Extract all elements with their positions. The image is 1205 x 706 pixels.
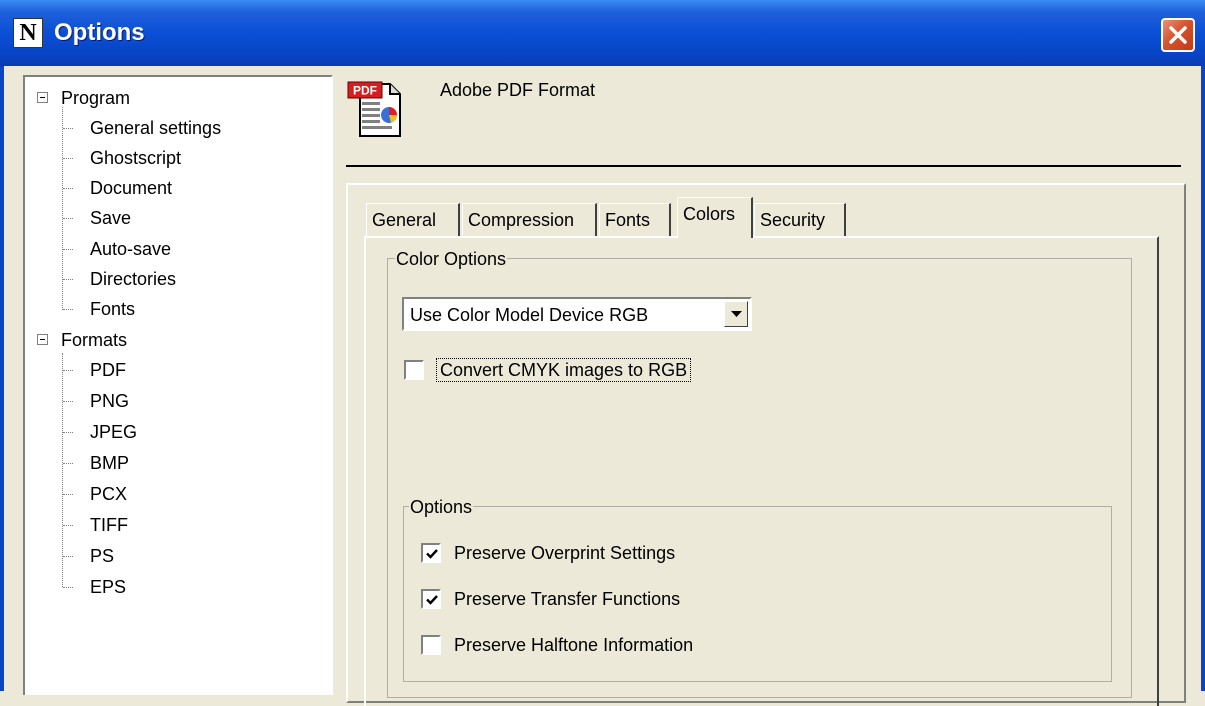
tree-item-ghostscript[interactable]: Ghostscript bbox=[25, 143, 325, 173]
tree-item-eps[interactable]: EPS bbox=[25, 572, 325, 602]
collapse-icon[interactable] bbox=[37, 92, 48, 103]
color-model-value: Use Color Model Device RGB bbox=[410, 305, 649, 325]
app-icon: N bbox=[13, 18, 43, 48]
close-button[interactable] bbox=[1161, 18, 1195, 52]
tree-item-label: Fonts bbox=[90, 299, 136, 319]
tree-item-save[interactable]: Save bbox=[25, 203, 325, 233]
close-icon bbox=[1169, 26, 1187, 44]
options-tree[interactable]: Program General settings Ghostscript Doc… bbox=[23, 75, 333, 695]
preserve-halftone-label[interactable]: Preserve Halftone Information bbox=[454, 633, 693, 657]
tree-item-label: Auto-save bbox=[90, 239, 172, 259]
format-title: Adobe PDF Format bbox=[440, 80, 596, 100]
tree-item-label: Save bbox=[90, 208, 132, 228]
tree-item-label: Document bbox=[90, 178, 173, 198]
tab-colors[interactable]: Colors bbox=[677, 197, 753, 238]
title-bar[interactable]: N Options bbox=[0, 0, 1205, 66]
tree-item-pcx[interactable]: PCX bbox=[25, 479, 325, 509]
tree-item-auto-save[interactable]: Auto-save bbox=[25, 234, 325, 264]
tab-general[interactable]: General bbox=[366, 203, 460, 237]
tree-node-label: Formats bbox=[61, 330, 128, 350]
tree-item-label: PCX bbox=[90, 484, 128, 504]
convert-cmyk-text: Convert CMYK images to RGB bbox=[435, 358, 692, 382]
convert-cmyk-checkbox[interactable] bbox=[404, 360, 424, 380]
tree-item-ps[interactable]: PS bbox=[25, 541, 325, 571]
window-title: Options bbox=[54, 19, 145, 46]
tree-item-tiff[interactable]: TIFF bbox=[25, 510, 325, 540]
tree-item-document[interactable]: Document bbox=[25, 173, 325, 203]
pdf-file-icon: PDF bbox=[346, 78, 406, 138]
tree-item-label: BMP bbox=[90, 453, 130, 473]
tree-item-label: TIFF bbox=[90, 515, 128, 535]
tree-item-jpeg[interactable]: JPEG bbox=[25, 417, 325, 447]
tree-item-png[interactable]: PNG bbox=[25, 386, 325, 416]
preserve-overprint-checkbox[interactable] bbox=[421, 543, 441, 563]
tree-item-label: EPS bbox=[90, 577, 127, 597]
tab-fonts[interactable]: Fonts bbox=[599, 203, 671, 237]
window-border-left bbox=[0, 66, 4, 691]
collapse-icon[interactable] bbox=[37, 334, 48, 345]
tab-compression[interactable]: Compression bbox=[462, 203, 597, 237]
preserve-transfer-label[interactable]: Preserve Transfer Functions bbox=[454, 587, 680, 611]
preserve-halftone-checkbox[interactable] bbox=[421, 635, 441, 655]
options-legend: Options bbox=[409, 496, 474, 518]
preserve-transfer-checkbox[interactable] bbox=[421, 589, 441, 609]
tree-node-program[interactable]: Program bbox=[25, 83, 325, 113]
tree-item-label: PNG bbox=[90, 391, 130, 411]
color-model-select[interactable]: Use Color Model Device RGB bbox=[402, 297, 752, 331]
tree-item-label: Directories bbox=[90, 269, 177, 289]
dropdown-button[interactable] bbox=[724, 301, 748, 327]
window-border-right bbox=[1201, 66, 1205, 691]
tree-item-general-settings[interactable]: General settings bbox=[25, 113, 325, 143]
convert-cmyk-label[interactable]: Convert CMYK images to RGB bbox=[435, 358, 692, 382]
tree-item-bmp[interactable]: BMP bbox=[25, 448, 325, 478]
tree-item-fonts[interactable]: Fonts bbox=[25, 294, 325, 324]
tree-item-label: JPEG bbox=[90, 422, 138, 442]
chevron-down-icon bbox=[731, 311, 742, 317]
tree-item-pdf[interactable]: PDF bbox=[25, 355, 325, 385]
color-options-legend: Color Options bbox=[395, 248, 508, 270]
tab-security[interactable]: Security bbox=[754, 203, 846, 237]
preserve-overprint-label[interactable]: Preserve Overprint Settings bbox=[454, 541, 675, 565]
tree-item-label: Ghostscript bbox=[90, 148, 182, 168]
checkmark-icon bbox=[426, 595, 438, 605]
checkmark-icon bbox=[426, 549, 438, 559]
svg-text:PDF: PDF bbox=[353, 84, 377, 98]
tree-node-label: Program bbox=[61, 88, 131, 108]
tree-item-label: PS bbox=[90, 546, 115, 566]
header-separator bbox=[346, 165, 1181, 167]
tree-item-directories[interactable]: Directories bbox=[25, 264, 325, 294]
tree-item-label: General settings bbox=[90, 118, 222, 138]
tree-item-label: PDF bbox=[90, 360, 126, 380]
tree-node-formats[interactable]: Formats bbox=[25, 325, 325, 355]
